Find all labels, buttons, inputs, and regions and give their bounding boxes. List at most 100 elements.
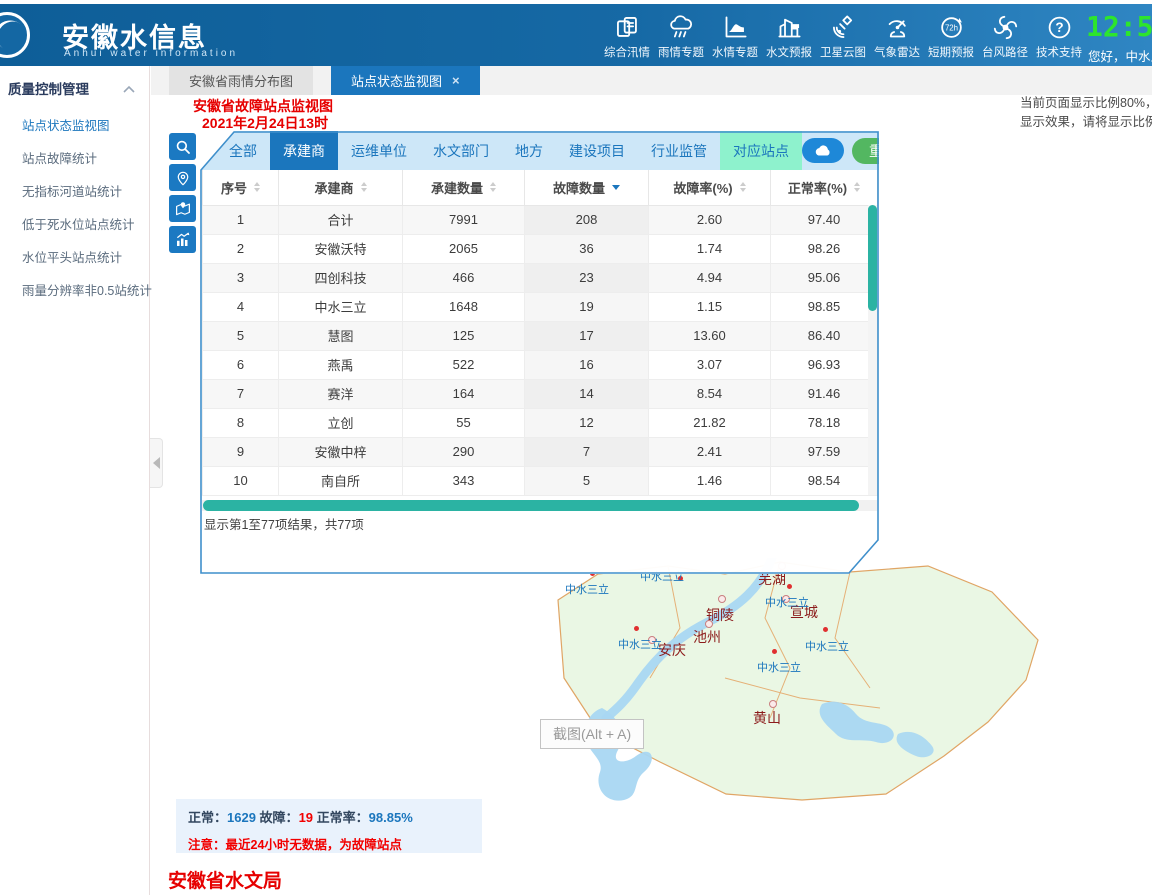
nav-item-雨情专题[interactable]: 雨情专题 — [654, 12, 708, 60]
station-dot — [772, 649, 777, 654]
cloud-icon — [814, 144, 832, 158]
sidebar-section-quality-control[interactable]: 质量控制管理 — [0, 66, 149, 108]
filter-tab-全部[interactable]: 全部 — [216, 131, 270, 170]
filter-tab-建设项目[interactable]: 建设项目 — [556, 131, 638, 170]
sort-up-triangle — [490, 182, 496, 186]
city-label-安庆[interactable]: 安庆 — [658, 640, 686, 660]
column-header-承建数量[interactable]: 承建数量 — [403, 170, 525, 205]
table-row[interactable]: 6燕禹522163.0796.93 — [203, 350, 878, 379]
sidebar-item-雨量分辨率非0.5站统计[interactable]: 雨量分辨率非0.5站统计 — [0, 273, 149, 306]
table-cell: 522 — [403, 350, 525, 379]
map-tool-map-pin[interactable] — [169, 195, 196, 222]
table-cell: 55 — [403, 408, 525, 437]
table-cell: 7 — [525, 437, 649, 466]
table-cell: 91.46 — [771, 379, 878, 408]
category-filter-bar: 全部承建商运维单位水文部门地方建设项目行业监管对应站点 重置 × — [200, 131, 879, 170]
nav-item-卫星云图[interactable]: 卫星云图 — [816, 12, 870, 60]
reset-button[interactable]: 重置 — [852, 138, 914, 164]
column-header-故障率(%)[interactable]: 故障率(%) — [649, 170, 771, 205]
table-cell: 3.07 — [649, 350, 771, 379]
tab-close-icon[interactable]: × — [452, 73, 460, 88]
station-label-中水三立-5[interactable]: 中水三立 — [757, 659, 801, 675]
vertical-scrollbar-thumb[interactable] — [868, 205, 877, 311]
satellite-icon — [830, 12, 857, 42]
city-label-池州[interactable]: 池州 — [693, 627, 721, 647]
column-header-故障数量[interactable]: 故障数量 — [525, 170, 649, 205]
sidebar-item-站点故障统计[interactable]: 站点故障统计 — [0, 141, 149, 174]
table-cell: 8 — [203, 408, 279, 437]
map-tool-location-pin[interactable] — [169, 164, 196, 191]
column-header-承建商[interactable]: 承建商 — [279, 170, 403, 205]
filter-tab-地方[interactable]: 地方 — [502, 131, 556, 170]
nav-item-水情专题[interactable]: 水情专题 — [708, 12, 762, 60]
nav-item-台风路径[interactable]: 台风路径 — [978, 12, 1032, 60]
nav-item-综合汛情[interactable]: 综合汛情 — [600, 12, 654, 60]
column-header-inner: 承建数量 — [431, 178, 496, 197]
horizontal-scrollbar-thumb[interactable] — [203, 500, 859, 511]
sidebar-collapse-handle[interactable] — [150, 438, 163, 488]
filter-tab-运维单位[interactable]: 运维单位 — [338, 131, 420, 170]
filter-tab-水文部门[interactable]: 水文部门 — [420, 131, 502, 170]
table-cell: 36 — [525, 234, 649, 263]
filter-tab-行业监管[interactable]: 行业监管 — [638, 131, 720, 170]
export-cloud-button[interactable] — [802, 138, 844, 163]
filter-tab-对应站点[interactable]: 对应站点 — [720, 131, 802, 170]
map-tool-chart-up[interactable] — [169, 226, 196, 253]
panel-close-icon[interactable]: × — [928, 142, 938, 159]
chevron-up-icon — [123, 81, 135, 96]
sidebar-item-无指标河道站统计[interactable]: 无指标河道站统计 — [0, 174, 149, 207]
table-cell: 208 — [525, 205, 649, 234]
category-filter-tabs: 全部承建商运维单位水文部门地方建设项目行业监管对应站点 — [216, 131, 802, 170]
station-label-中水三立-0[interactable]: 中水三立 — [565, 581, 609, 597]
table-row[interactable]: 1合计79912082.6097.40 — [203, 205, 878, 234]
sort-arrows-icon — [740, 182, 746, 192]
tab-安徽省雨情分布图[interactable]: 安徽省雨情分布图 — [169, 66, 313, 95]
user-greeting: 您好，中水三立 — [1088, 46, 1152, 65]
nav-item-label: 台风路径 — [982, 44, 1028, 60]
nav-item-气象雷达[interactable]: 气象雷达 — [870, 12, 924, 60]
nav-item-label: 技术支持 — [1036, 44, 1082, 60]
table-cell: 96.93 — [771, 350, 878, 379]
forecast-station-icon — [776, 12, 803, 42]
station-label-中水三立-3[interactable]: 中水三立 — [618, 636, 662, 652]
tab-站点状态监视图[interactable]: 站点状态监视图× — [331, 66, 480, 95]
table-cell: 98.85 — [771, 292, 878, 321]
sidebar-item-水位平头站点统计[interactable]: 水位平头站点统计 — [0, 240, 149, 273]
table-row[interactable]: 10南自所34351.4698.54 — [203, 466, 878, 495]
column-header-序号[interactable]: 序号 — [203, 170, 279, 205]
column-header-inner: 故障率(%) — [673, 178, 745, 197]
table-row[interactable]: 2安徽沃特2065361.7498.26 — [203, 234, 878, 263]
station-label-中水三立-4[interactable]: 中水三立 — [805, 638, 849, 654]
table-row[interactable]: 7赛洋164148.5491.46 — [203, 379, 878, 408]
table-cell: 2065 — [403, 234, 525, 263]
nav-item-技术支持[interactable]: ?技术支持 — [1032, 12, 1086, 60]
sidebar-item-低于死水位站点统计[interactable]: 低于死水位站点统计 — [0, 207, 149, 240]
sort-up-triangle — [361, 182, 367, 186]
bureau-title: 安徽省水文局 — [168, 866, 282, 893]
map-tool-search[interactable] — [169, 133, 196, 160]
zoom-ratio-notice: 当前页面显示比例80%， 显示效果，请将显示比例 — [1020, 94, 1152, 132]
table-header: 序号承建商 承建数量 故障数量 故障率(%) 正常率(%) — [203, 170, 878, 205]
table-cell: 95.06 — [771, 263, 878, 292]
table-row[interactable]: 4中水三立1648191.1598.85 — [203, 292, 878, 321]
sort-down-triangle — [490, 188, 496, 192]
nav-item-短期预报[interactable]: 72h短期预报 — [924, 12, 978, 60]
table-row[interactable]: 3四创科技466234.9495.06 — [203, 263, 878, 292]
nav-item-水文预报[interactable]: 水文预报 — [762, 12, 816, 60]
column-header-正常率(%)[interactable]: 正常率(%) — [771, 170, 878, 205]
table-row[interactable]: 9安徽中梓29072.4197.59 — [203, 437, 878, 466]
column-header-inner: 正常率(%) — [788, 178, 860, 197]
sidebar: 质量控制管理 站点状态监视图站点故障统计无指标河道站统计低于死水位站点统计水位平… — [0, 66, 150, 895]
table-cell: 19 — [525, 292, 649, 321]
table-row[interactable]: 8立创551221.8278.18 — [203, 408, 878, 437]
province-map[interactable]: 芜湖铜陵宣城池州安庆黄山中水三立中水三立中水三立中水三立中水三立中水三立 — [540, 558, 1060, 808]
station-label-中水三立-2[interactable]: 中水三立 — [765, 594, 809, 610]
filter-tab-承建商[interactable]: 承建商 — [270, 131, 338, 170]
nav-item-label: 水文预报 — [766, 44, 812, 60]
city-label-黄山[interactable]: 黄山 — [753, 708, 781, 728]
sidebar-item-站点状态监视图[interactable]: 站点状态监视图 — [0, 108, 149, 141]
table-row[interactable]: 5慧图1251713.6086.40 — [203, 321, 878, 350]
nav-item-label: 水情专题 — [712, 44, 758, 60]
nav-item-label: 雨情专题 — [658, 44, 704, 60]
sort-arrows-icon — [254, 182, 260, 192]
